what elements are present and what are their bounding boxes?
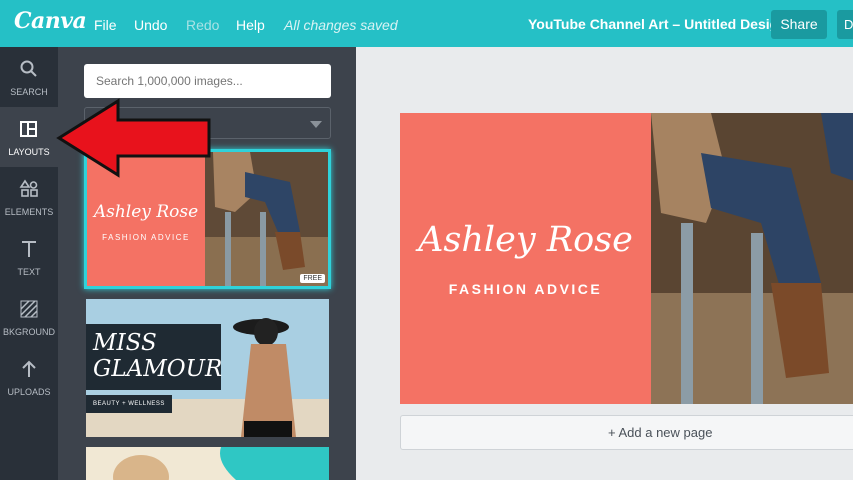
download-button[interactable]: D [837, 10, 853, 39]
canvas-area: Ashley Rose FASHION ADVICE + Add a new p… [356, 47, 853, 480]
top-bar: Canva File Undo Redo Help All changes sa… [0, 0, 853, 47]
elements-icon [19, 179, 38, 197]
sidebar-item-label: BKGROUND [2, 327, 55, 337]
help-menu[interactable]: Help [236, 17, 265, 33]
thumbnail-title: MISS GLAMOUR [93, 330, 222, 382]
layout-thumbnail-partial[interactable] [86, 447, 329, 480]
sidebar-item-label: ELEMENTS [4, 207, 54, 217]
file-menu[interactable]: File [94, 17, 117, 33]
share-button[interactable]: Share [771, 10, 827, 39]
design-title[interactable]: Ashley Rose [400, 220, 651, 260]
thumbnail-title: Ashley Rose [93, 202, 199, 222]
sidebar-item-label: LAYOUTS [8, 147, 50, 157]
sidebar: SEARCH LAYOUTS ELEMENTS TEXT BKGROUND UP… [0, 47, 58, 480]
add-page-button[interactable]: + Add a new page [400, 415, 853, 450]
sidebar-item-background[interactable]: BKGROUND [0, 287, 58, 347]
layouts-icon [20, 121, 37, 137]
save-status: All changes saved [284, 17, 398, 33]
thumbnail-photo [205, 152, 328, 286]
thumbnail-tagline: BEAUTY + WELLNESS [86, 395, 172, 413]
sidebar-item-search[interactable]: SEARCH [0, 47, 58, 107]
chevron-down-icon [310, 121, 322, 128]
sidebar-item-label: SEARCH [10, 87, 48, 97]
thumbnail-photo [86, 447, 329, 480]
text-icon [22, 241, 36, 257]
thumbnail-title-line: MISS [93, 330, 157, 356]
thumbnail-title-line: GLAMOUR [93, 356, 223, 382]
canva-logo[interactable]: Canva [14, 8, 87, 34]
sidebar-item-uploads[interactable]: UPLOADS [0, 347, 58, 407]
sidebar-item-elements[interactable]: ELEMENTS [0, 167, 58, 227]
thumbnail-subtitle: FASHION ADVICE [102, 233, 190, 242]
design-page[interactable]: Ashley Rose FASHION ADVICE [400, 113, 853, 404]
redo-button[interactable]: Redo [186, 17, 219, 33]
free-badge: FREE [300, 274, 325, 283]
undo-button[interactable]: Undo [134, 17, 167, 33]
background-icon [20, 300, 38, 318]
document-title[interactable]: YouTube Channel Art – Untitled Design [528, 16, 787, 32]
image-search-input[interactable] [84, 64, 331, 98]
design-subtitle[interactable]: FASHION ADVICE [400, 281, 651, 297]
sidebar-item-label: TEXT [17, 267, 41, 277]
sidebar-item-layouts[interactable]: LAYOUTS [0, 107, 58, 167]
design-photo[interactable] [651, 113, 853, 404]
sidebar-item-label: UPLOADS [7, 387, 51, 397]
search-icon [20, 60, 37, 77]
layout-thumbnail-miss-glamour[interactable]: MISS GLAMOUR BEAUTY + WELLNESS [86, 299, 329, 437]
color-block[interactable]: Ashley Rose FASHION ADVICE [400, 113, 651, 404]
sidebar-item-text[interactable]: TEXT [0, 227, 58, 287]
annotation-arrow-icon [56, 98, 211, 178]
uploads-icon [22, 360, 36, 377]
